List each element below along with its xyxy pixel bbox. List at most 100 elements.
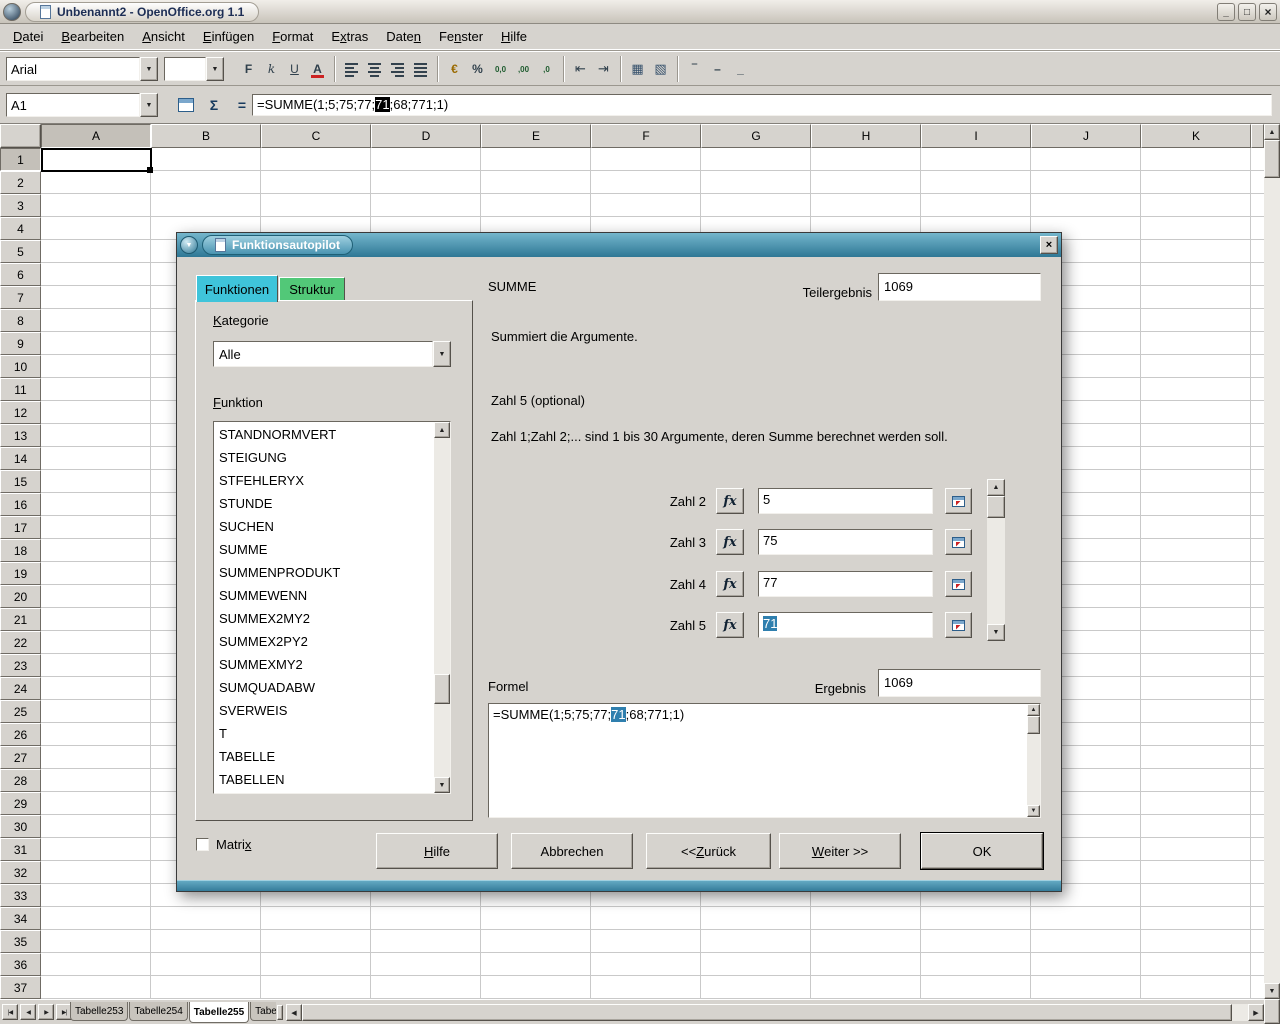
row-header-11[interactable]: 11 — [0, 378, 41, 401]
menu-extras[interactable]: Extras — [322, 24, 377, 49]
arg-input-zahl-2[interactable]: 5 — [758, 488, 933, 514]
first-sheet-button[interactable]: |◀ — [2, 1004, 18, 1020]
menu-datei[interactable]: Datei — [4, 24, 52, 49]
scroll-up-icon[interactable]: ▲ — [434, 422, 450, 438]
column-header-h[interactable]: H — [811, 124, 921, 148]
row-header-30[interactable]: 30 — [0, 815, 41, 838]
align-left-icon[interactable] — [340, 57, 363, 81]
function-item-sverweis[interactable]: SVERWEIS — [214, 699, 434, 722]
formula-box-scrollbar-thumb[interactable] — [1027, 716, 1040, 734]
matrix-checkbox[interactable] — [196, 838, 209, 851]
column-header-i[interactable]: I — [921, 124, 1031, 148]
row-header-6[interactable]: 6 — [0, 263, 41, 286]
align-bottom-icon[interactable]: _ — [729, 57, 752, 81]
function-item-t[interactable]: T — [214, 722, 434, 745]
weiter-button[interactable]: Weiter >> — [779, 833, 901, 869]
function-item-tabelle[interactable]: TABELLE — [214, 745, 434, 768]
row-header-16[interactable]: 16 — [0, 493, 41, 516]
align-top-icon[interactable]: ‾ — [683, 57, 706, 81]
row-header-22[interactable]: 22 — [0, 631, 41, 654]
row-header-5[interactable]: 5 — [0, 240, 41, 263]
row-header-37[interactable]: 37 — [0, 976, 41, 999]
row-header-1[interactable]: 1 — [0, 148, 41, 171]
row-header-25[interactable]: 25 — [0, 700, 41, 723]
font-size-combo[interactable]: ▼ — [164, 57, 224, 81]
function-item-standnormvert[interactable]: STANDNORMVERT — [214, 423, 434, 446]
background-color-icon[interactable]: ▧ — [649, 57, 672, 81]
row-header-24[interactable]: 24 — [0, 677, 41, 700]
row-header-36[interactable]: 36 — [0, 953, 41, 976]
font-name-dropdown-icon[interactable]: ▼ — [140, 57, 158, 81]
function-item-stunde[interactable]: STUNDE — [214, 492, 434, 515]
cell-reference-input[interactable] — [6, 93, 140, 117]
column-header-d[interactable]: D — [371, 124, 481, 148]
arg-input-zahl-4[interactable]: 77 — [758, 571, 933, 597]
abbrechen-button[interactable]: Abbrechen — [511, 833, 633, 869]
align-justify-icon[interactable] — [409, 57, 432, 81]
row-header-13[interactable]: 13 — [0, 424, 41, 447]
align-right-icon[interactable] — [386, 57, 409, 81]
sheet-tab-tabelle254[interactable]: Tabelle254 — [129, 1002, 187, 1021]
row-header-31[interactable]: 31 — [0, 838, 41, 861]
align-center-vertical-icon[interactable]: – — [706, 57, 729, 81]
tab-struktur[interactable]: Struktur — [279, 277, 345, 301]
scroll-up-icon[interactable]: ▲ — [987, 479, 1005, 496]
menu-fenster[interactable]: Fenster — [430, 24, 492, 49]
column-header-e[interactable]: E — [481, 124, 591, 148]
scroll-up-icon[interactable]: ▲ — [1264, 124, 1280, 140]
row-header-7[interactable]: 7 — [0, 286, 41, 309]
function-icon[interactable]: = — [230, 93, 254, 117]
row-header-35[interactable]: 35 — [0, 930, 41, 953]
row-header-3[interactable]: 3 — [0, 194, 41, 217]
menu-hilfe[interactable]: Hilfe — [492, 24, 536, 49]
column-header-c[interactable]: C — [261, 124, 371, 148]
function-item-summexmy2[interactable]: SUMMEXMY2 — [214, 653, 434, 676]
row-header-33[interactable]: 33 — [0, 884, 41, 907]
number-format-standard-icon[interactable]: 0,0 — [489, 57, 512, 81]
column-header-j[interactable]: J — [1031, 124, 1141, 148]
hilfe-button[interactable]: Hilfe — [376, 833, 498, 869]
arg-input-zahl-5[interactable]: 71 — [758, 612, 933, 638]
close-button[interactable]: × — [1259, 3, 1277, 21]
row-header-15[interactable]: 15 — [0, 470, 41, 493]
column-header-g[interactable]: G — [701, 124, 811, 148]
menu-einfuegen[interactable]: Einfügen — [194, 24, 263, 49]
sum-icon[interactable]: Σ — [202, 93, 226, 117]
tab-funktionen[interactable]: Funktionen — [196, 275, 278, 302]
formula-input[interactable]: =SUMME(1;5;75;77;71;68;771;1) — [252, 94, 1272, 116]
menu-bearbeiten[interactable]: Bearbeiten — [52, 24, 133, 49]
function-list-scrollbar-thumb[interactable] — [434, 674, 450, 704]
delete-decimal-place-icon[interactable]: ,0 — [535, 57, 558, 81]
formula-display-box[interactable]: =SUMME(1;5;75;77;71;68;771;1) ▲ ▼ — [488, 703, 1041, 818]
formula-box-scrollbar[interactable]: ▲ ▼ — [1027, 704, 1040, 817]
row-header-9[interactable]: 9 — [0, 332, 41, 355]
scroll-up-icon[interactable]: ▲ — [1027, 704, 1040, 716]
next-sheet-button[interactable]: ▶ — [38, 1004, 54, 1020]
row-header-34[interactable]: 34 — [0, 907, 41, 930]
horizontal-scrollbar-thumb[interactable] — [302, 1004, 1232, 1021]
function-item-summex2py2[interactable]: SUMMEX2PY2 — [214, 630, 434, 653]
select-all-corner[interactable] — [0, 124, 41, 148]
font-size-dropdown-icon[interactable]: ▼ — [206, 57, 224, 81]
decrease-indent-icon[interactable]: ⇤ — [569, 57, 592, 81]
row-header-32[interactable]: 32 — [0, 861, 41, 884]
tab-area-splitter[interactable] — [277, 1005, 283, 1020]
shrink-button[interactable] — [945, 571, 972, 597]
ok-button[interactable]: OK — [921, 833, 1043, 869]
horizontal-scrollbar[interactable]: ◀ ▶ — [286, 1004, 1264, 1021]
font-color-icon[interactable]: A — [306, 57, 329, 81]
row-header-18[interactable]: 18 — [0, 539, 41, 562]
function-item-stfehleryx[interactable]: STFEHLERYX — [214, 469, 434, 492]
sheet-tab-tabelle[interactable]: Tabelle — [250, 1002, 276, 1021]
function-autopilot-button[interactable]: fx — [716, 529, 744, 555]
argument-scrollbar[interactable]: ▲ ▼ — [987, 479, 1005, 641]
font-name-combo[interactable]: ▼ — [6, 57, 158, 81]
sheet-tab-tabelle253[interactable]: Tabelle253 — [70, 1002, 128, 1021]
row-header-4[interactable]: 4 — [0, 217, 41, 240]
cell-reference-dropdown-icon[interactable]: ▼ — [140, 93, 158, 117]
scroll-down-icon[interactable]: ▼ — [1264, 983, 1280, 999]
row-header-12[interactable]: 12 — [0, 401, 41, 424]
function-autopilot-button[interactable]: fx — [716, 612, 744, 638]
arg-input-zahl-3[interactable]: 75 — [758, 529, 933, 555]
category-input[interactable] — [213, 341, 433, 367]
